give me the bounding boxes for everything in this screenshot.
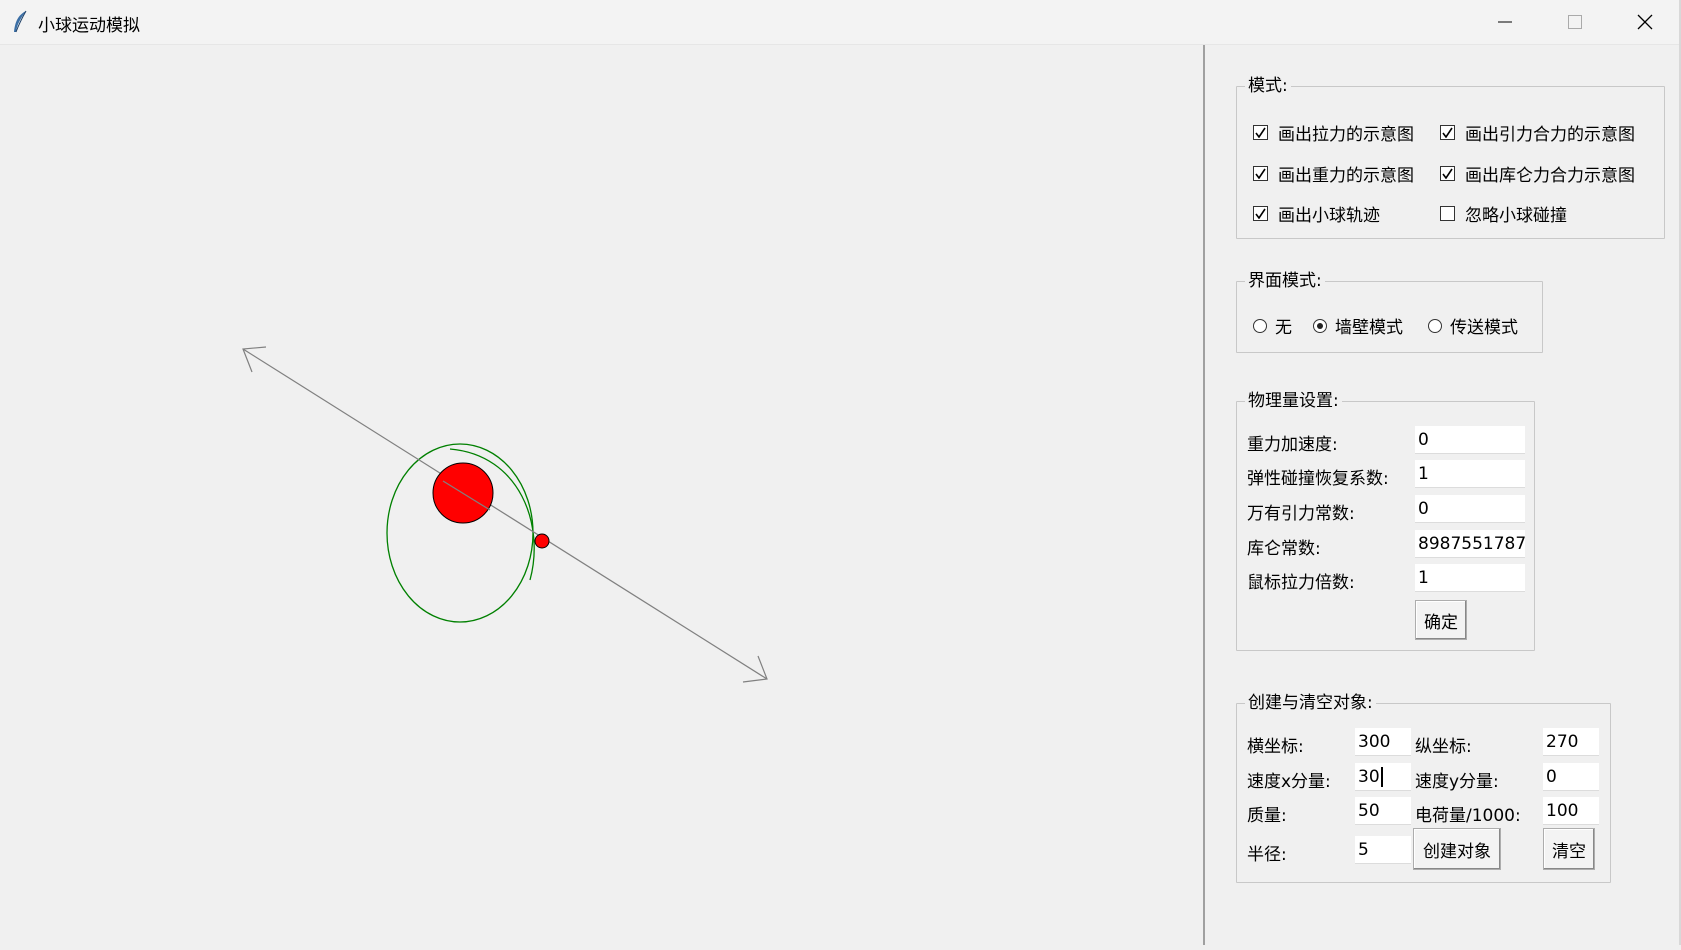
radio-label: 无	[1275, 318, 1292, 338]
minimize-icon	[1498, 21, 1512, 23]
radio-selected-dot	[1317, 322, 1323, 329]
velocity-x-label: 速度x分量:	[1247, 772, 1331, 792]
clear-button[interactable]: 清空	[1543, 828, 1595, 870]
physics-settings-group: 物理量设置: 重力加速度: 0 弹性碰撞恢复系数: 1 万有引力常数: 0 库仑…	[1236, 390, 1535, 651]
radio-circle[interactable]	[1313, 318, 1327, 333]
checkbox-box[interactable]	[1253, 125, 1268, 140]
radius-input[interactable]: 5	[1355, 836, 1411, 864]
velocity-y-label: 速度y分量:	[1415, 772, 1499, 792]
radio-teleport-mode[interactable]: 传送模式	[1428, 313, 1518, 338]
simulation-canvas[interactable]	[0, 45, 1203, 945]
checkbox-box[interactable]	[1440, 206, 1455, 221]
radio-wall-mode[interactable]: 墙壁模式	[1313, 313, 1403, 338]
velocity-x-input[interactable]: 30	[1355, 763, 1411, 791]
restitution-input[interactable]: 1	[1415, 460, 1525, 488]
close-button[interactable]	[1610, 0, 1680, 44]
restitution-label: 弹性碰撞恢复系数:	[1247, 469, 1389, 489]
title-bar: 小球运动模拟	[0, 0, 1681, 45]
mode-group-legend: 模式:	[1245, 75, 1291, 97]
checkbox-box[interactable]	[1440, 166, 1455, 181]
checkbox-draw-gravity[interactable]: 画出重力的示意图	[1253, 161, 1414, 186]
minimize-button[interactable]	[1470, 0, 1540, 44]
x-coord-label: 横坐标:	[1247, 737, 1304, 757]
maximize-icon	[1568, 15, 1582, 29]
text-caret	[1380, 767, 1383, 787]
checkbox-box[interactable]	[1253, 206, 1268, 221]
force-arrow-head-right	[742, 655, 768, 683]
y-coord-label: 纵坐标:	[1415, 737, 1472, 757]
mode-group: 模式: 画出拉力的示意图 画出引力合力的示意图 画出重力的示意图 画出库仑力合力…	[1236, 75, 1665, 239]
boundary-mode-legend: 界面模式:	[1245, 270, 1325, 292]
checkbox-label: 画出库仑力合力示意图	[1465, 166, 1635, 186]
charge-input[interactable]: 100	[1543, 797, 1599, 825]
radius-label: 半径:	[1247, 845, 1287, 865]
checkbox-box[interactable]	[1253, 166, 1268, 181]
charge-label: 电荷量/1000:	[1415, 806, 1521, 826]
create-object-button[interactable]: 创建对象	[1413, 828, 1501, 870]
gravity-accel-input[interactable]: 0	[1415, 426, 1525, 454]
checkbox-draw-pull-force[interactable]: 画出拉力的示意图	[1253, 120, 1414, 145]
radio-none[interactable]: 无	[1253, 313, 1292, 338]
checkmark-icon	[1255, 168, 1266, 179]
panel-divider	[1203, 45, 1205, 945]
checkbox-label: 画出重力的示意图	[1278, 166, 1414, 186]
checkmark-icon	[1255, 208, 1266, 219]
boundary-mode-group: 界面模式: 无 墙壁模式 传送模式	[1236, 270, 1543, 353]
checkbox-label: 画出引力合力的示意图	[1465, 125, 1635, 145]
radio-label: 墙壁模式	[1335, 318, 1403, 338]
close-icon	[1637, 14, 1653, 30]
checkmark-icon	[1442, 168, 1453, 179]
checkbox-label: 忽略小球碰撞	[1465, 206, 1567, 226]
checkbox-draw-trajectory[interactable]: 画出小球轨迹	[1253, 201, 1380, 226]
checkbox-ignore-collision[interactable]: 忽略小球碰撞	[1440, 201, 1567, 226]
coulomb-constant-input[interactable]: 8987551787	[1415, 530, 1525, 558]
mouse-pull-input[interactable]: 1	[1415, 564, 1525, 592]
checkbox-draw-gravitation-net[interactable]: 画出引力合力的示意图	[1440, 120, 1635, 145]
window-title: 小球运动模拟	[38, 16, 140, 36]
radio-circle[interactable]	[1428, 318, 1442, 333]
checkbox-label: 画出拉力的示意图	[1278, 125, 1414, 145]
y-coord-input[interactable]: 270	[1543, 728, 1599, 756]
x-coord-input[interactable]: 300	[1355, 728, 1411, 756]
create-clear-group: 创建与清空对象: 横坐标: 300 纵坐标: 270 速度x分量: 30 速度y…	[1236, 692, 1611, 883]
force-line	[242, 348, 768, 680]
coulomb-constant-label: 库仑常数:	[1247, 539, 1321, 559]
checkbox-label: 画出小球轨迹	[1278, 206, 1380, 226]
radio-label: 传送模式	[1450, 318, 1518, 338]
confirm-button[interactable]: 确定	[1415, 600, 1467, 640]
physics-settings-legend: 物理量设置:	[1245, 390, 1342, 412]
gravity-accel-label: 重力加速度:	[1247, 435, 1338, 455]
mass-input[interactable]: 50	[1355, 797, 1411, 825]
mouse-pull-label: 鼠标拉力倍数:	[1247, 573, 1355, 593]
maximize-button[interactable]	[1540, 0, 1610, 44]
create-clear-legend: 创建与清空对象:	[1245, 692, 1376, 714]
simulation-drawing	[242, 346, 768, 683]
gravitational-constant-input[interactable]: 0	[1415, 495, 1525, 523]
checkbox-draw-coulomb-net[interactable]: 画出库仑力合力示意图	[1440, 161, 1635, 186]
velocity-y-input[interactable]: 0	[1543, 763, 1599, 791]
velocity-x-value: 30	[1358, 767, 1380, 787]
gravitational-constant-label: 万有引力常数:	[1247, 504, 1355, 524]
checkmark-icon	[1442, 127, 1453, 138]
feather-icon	[14, 10, 27, 33]
checkmark-icon	[1255, 127, 1266, 138]
radio-circle[interactable]	[1253, 318, 1267, 333]
mass-label: 质量:	[1247, 806, 1287, 826]
small-ball[interactable]	[534, 533, 550, 549]
checkbox-box[interactable]	[1440, 125, 1455, 140]
